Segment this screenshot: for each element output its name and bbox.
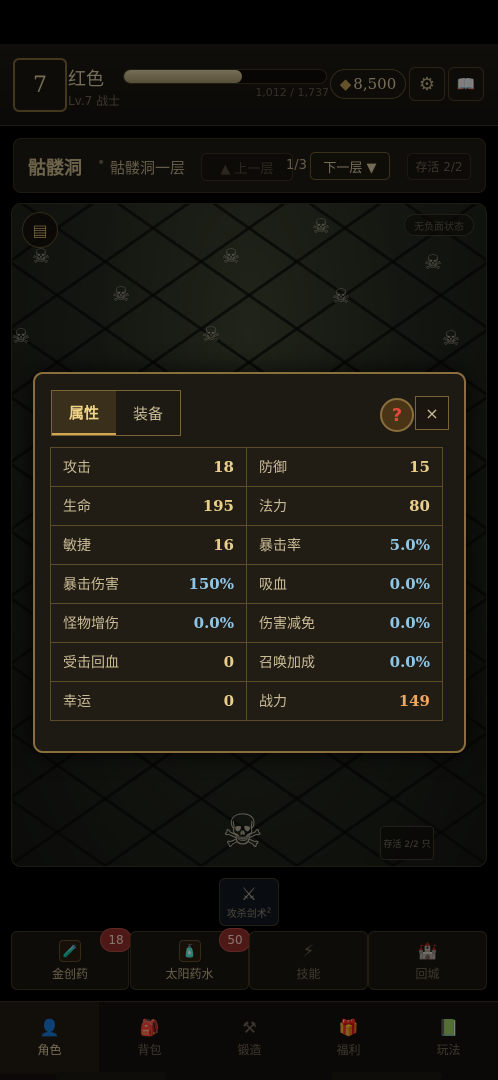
stat-value: 0: [223, 653, 234, 671]
stat-value: 0.0%: [193, 614, 234, 632]
stat-label: 暴击率: [259, 538, 301, 554]
stat-label: 召唤加成: [259, 655, 315, 671]
stats-table: 攻击 18 防御 15 生命 195 法力 80 敏捷 16 暴击率 5.0% 暴击伤害 150% 吸血 0.…: [50, 447, 443, 721]
stat-label: 法力: [259, 499, 287, 515]
stat-label: 防御: [259, 460, 287, 476]
stat-label: 幸运: [63, 694, 91, 710]
stat-value: 5.0%: [389, 536, 430, 554]
stat-row: 受击回血 0: [50, 642, 247, 682]
tab-attributes[interactable]: 属性: [52, 391, 116, 435]
stat-row: 攻击 18: [50, 447, 247, 487]
tab-equipment[interactable]: 装备: [116, 391, 180, 435]
stat-label: 暴击伤害: [63, 577, 119, 593]
stat-value: 0.0%: [389, 653, 430, 671]
stat-value: 0.0%: [389, 575, 430, 593]
attributes-dialog: 属性 装备 ? × 攻击 18 防御 15 生命 195 法力 80 敏捷 16 暴击率 5.0% 暴击…: [33, 372, 466, 753]
help-button[interactable]: ?: [380, 398, 414, 432]
stat-row: 敏捷 16: [50, 525, 247, 565]
stat-value: 0: [223, 692, 234, 710]
stat-row: 战力 149: [246, 681, 443, 721]
stat-label: 战力: [259, 694, 287, 710]
stat-label: 吸血: [259, 577, 287, 593]
stat-row: 生命 195: [50, 486, 247, 526]
stat-row: 伤害减免 0.0%: [246, 603, 443, 643]
stat-row: 防御 15: [246, 447, 443, 487]
stat-value: 15: [409, 458, 430, 476]
stat-value: 80: [409, 497, 430, 515]
close-icon: ×: [425, 403, 439, 423]
stat-row: 法力 80: [246, 486, 443, 526]
stat-value: 18: [213, 458, 234, 476]
stat-label: 伤害减免: [259, 616, 315, 632]
stat-row: 吸血 0.0%: [246, 564, 443, 604]
close-button[interactable]: ×: [415, 396, 449, 430]
stat-value: 150%: [188, 575, 234, 593]
stat-value: 195: [202, 497, 234, 515]
stat-label: 攻击: [63, 460, 91, 476]
stat-value: 16: [213, 536, 234, 554]
dialog-tabs: 属性 装备: [51, 390, 181, 436]
stat-label: 敏捷: [63, 538, 91, 554]
stat-value: 0.0%: [389, 614, 430, 632]
stat-label: 怪物增伤: [63, 616, 119, 632]
stat-label: 生命: [63, 499, 91, 515]
stat-row: 幸运 0: [50, 681, 247, 721]
stat-row: 怪物增伤 0.0%: [50, 603, 247, 643]
stat-row: 召唤加成 0.0%: [246, 642, 443, 682]
stat-label: 受击回血: [63, 655, 119, 671]
stat-row: 暴击伤害 150%: [50, 564, 247, 604]
question-icon: ?: [391, 404, 403, 426]
stat-row: 暴击率 5.0%: [246, 525, 443, 565]
stat-value: 149: [398, 692, 430, 710]
